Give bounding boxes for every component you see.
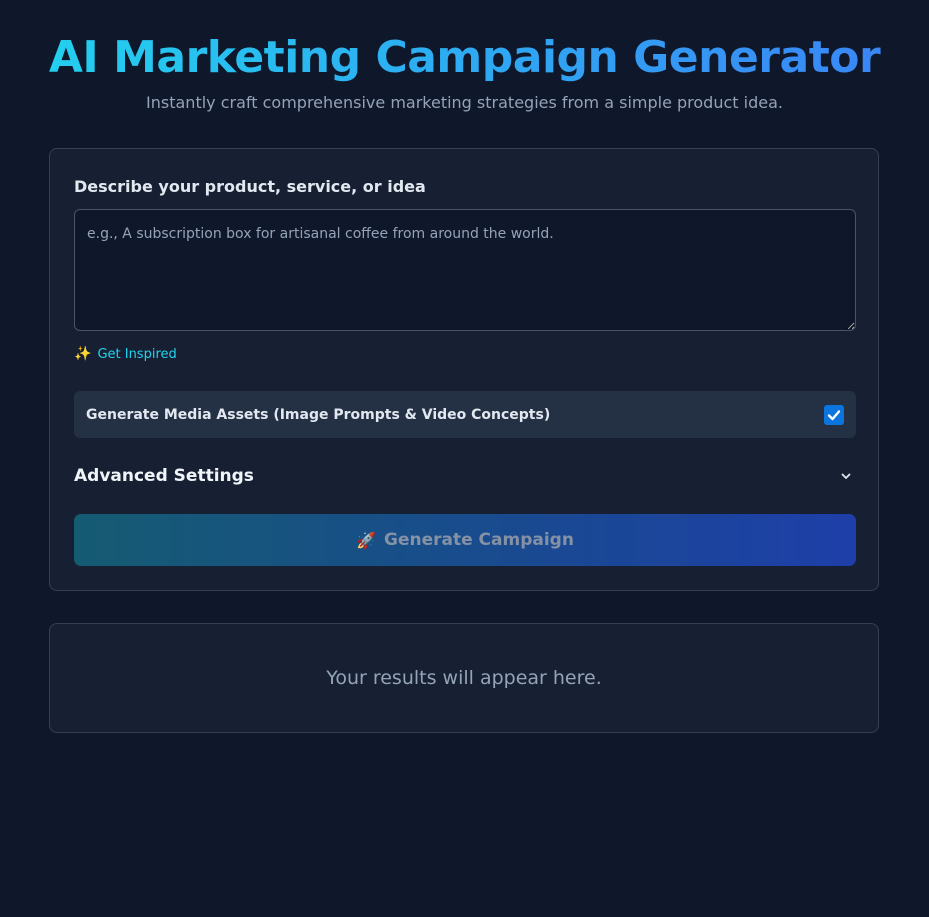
- description-input[interactable]: [74, 209, 856, 331]
- results-placeholder: Your results will appear here.: [326, 667, 602, 689]
- page-subtitle: Instantly craft comprehensive marketing …: [146, 93, 783, 112]
- sparkles-icon: ✨: [74, 346, 92, 362]
- page: AI Marketing Campaign Generator Instantl…: [0, 0, 929, 917]
- get-inspired-button[interactable]: ✨ Get Inspired: [74, 346, 177, 362]
- generate-campaign-label: Generate Campaign: [383, 530, 574, 550]
- description-label: Describe your product, service, or idea: [74, 177, 426, 196]
- generate-campaign-button[interactable]: 🚀 Generate Campaign: [74, 514, 856, 566]
- advanced-settings-toggle[interactable]: Advanced Settings: [74, 461, 856, 491]
- media-assets-toggle-row[interactable]: Generate Media Assets (Image Prompts & V…: [74, 391, 856, 438]
- chevron-down-icon: [838, 468, 854, 484]
- campaign-form-card: Describe your product, service, or idea …: [49, 148, 879, 591]
- media-assets-label: Generate Media Assets (Image Prompts & V…: [86, 406, 551, 423]
- checkmark-icon: [827, 409, 841, 420]
- page-title: AI Marketing Campaign Generator: [0, 30, 929, 86]
- media-assets-checkbox[interactable]: [824, 404, 844, 425]
- advanced-settings-label: Advanced Settings: [74, 466, 254, 486]
- get-inspired-label: Get Inspired: [97, 346, 177, 362]
- results-panel: Your results will appear here.: [49, 623, 879, 733]
- rocket-icon: 🚀: [356, 530, 376, 550]
